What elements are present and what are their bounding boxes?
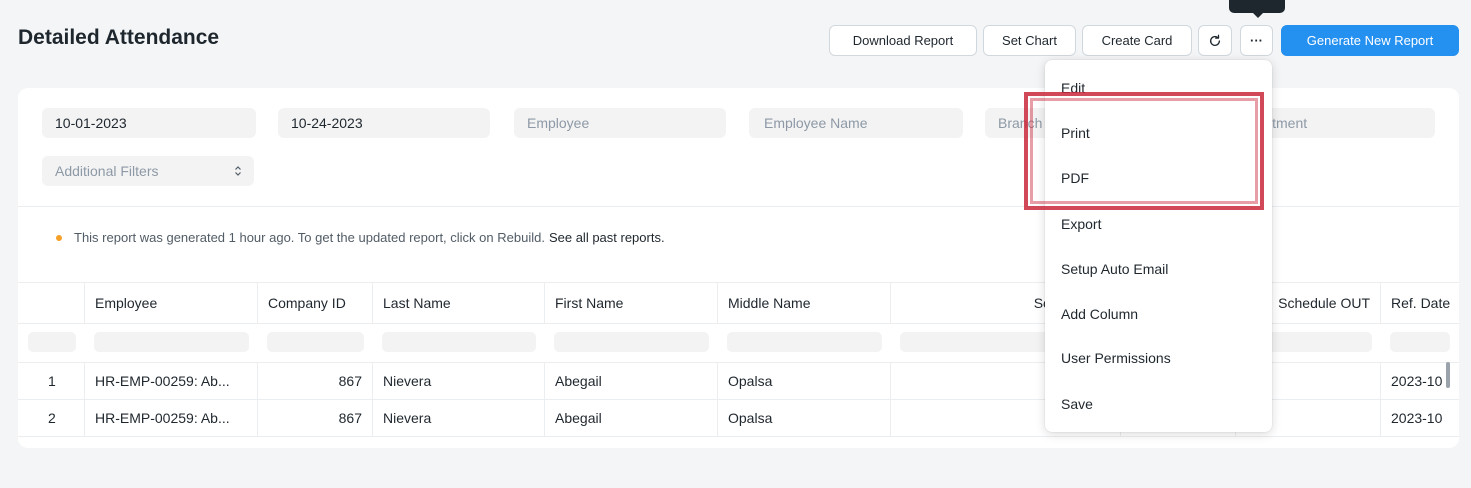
refresh-button[interactable] bbox=[1198, 25, 1232, 56]
menu-item-add-column[interactable]: Add Column bbox=[1061, 306, 1138, 322]
cell-employee[interactable]: HR-EMP-00259: Ab... bbox=[84, 400, 257, 436]
column-filter-input[interactable] bbox=[554, 332, 709, 352]
header-first-name[interactable]: First Name bbox=[544, 283, 717, 323]
cell-employee[interactable]: HR-EMP-00259: Ab... bbox=[84, 363, 257, 399]
download-report-button[interactable]: Download Report bbox=[829, 25, 977, 56]
column-filter-input[interactable] bbox=[382, 332, 536, 352]
from-date-filter[interactable]: 10-01-2023 bbox=[42, 108, 256, 138]
to-date-filter[interactable]: 10-24-2023 bbox=[278, 108, 490, 138]
column-filter-input[interactable] bbox=[267, 332, 364, 352]
header-index bbox=[18, 283, 84, 323]
header-middle-name[interactable]: Middle Name bbox=[717, 283, 890, 323]
select-arrows-icon bbox=[235, 166, 241, 176]
additional-filters-label: Additional Filters bbox=[55, 163, 159, 179]
menu-tooltip bbox=[1229, 0, 1285, 18]
menu-item-save[interactable]: Save bbox=[1061, 396, 1093, 412]
row-index: 1 bbox=[48, 373, 56, 389]
header-ref-date[interactable]: Ref. Date bbox=[1380, 283, 1459, 323]
employee-filter[interactable]: Employee bbox=[514, 108, 726, 138]
past-reports-link[interactable]: See all past reports. bbox=[549, 230, 665, 245]
cell-middle-name[interactable]: Opalsa bbox=[717, 363, 890, 399]
cell-first-name[interactable]: Abegail bbox=[544, 363, 717, 399]
menu-item-setup-auto-email[interactable]: Setup Auto Email bbox=[1061, 261, 1168, 277]
set-chart-button[interactable]: Set Chart bbox=[983, 25, 1076, 56]
cell-middle-name[interactable]: Opalsa bbox=[717, 400, 890, 436]
cell-first-name[interactable]: Abegail bbox=[544, 400, 717, 436]
cell-last-name[interactable]: Nievera bbox=[372, 363, 544, 399]
table-row bbox=[18, 436, 1459, 448]
refresh-icon bbox=[1209, 34, 1221, 46]
table-scrollbar[interactable] bbox=[1446, 362, 1450, 388]
column-filter-input[interactable] bbox=[727, 332, 882, 352]
header-company-id[interactable]: Company ID bbox=[257, 283, 372, 323]
header-employee[interactable]: Employee bbox=[84, 283, 257, 323]
employee-name-filter[interactable]: Employee Name bbox=[749, 108, 963, 138]
report-status-text: This report was generated 1 hour ago. To… bbox=[74, 230, 545, 245]
cell-company-id[interactable]: 867 bbox=[257, 400, 372, 436]
cell-last-name[interactable]: Nievera bbox=[372, 400, 544, 436]
column-filter-input[interactable] bbox=[94, 332, 249, 352]
additional-filters-select[interactable]: Additional Filters bbox=[42, 156, 254, 186]
column-filter-input[interactable] bbox=[1390, 332, 1450, 352]
menu-item-user-permissions[interactable]: User Permissions bbox=[1061, 350, 1171, 366]
row-index: 2 bbox=[48, 410, 56, 426]
cell-ref-date[interactable]: 2023-10 bbox=[1380, 400, 1459, 436]
cell-company-id[interactable]: 867 bbox=[257, 363, 372, 399]
more-menu-button[interactable]: ··· bbox=[1240, 25, 1273, 56]
warning-dot-icon bbox=[56, 234, 62, 241]
menu-item-export[interactable]: Export bbox=[1061, 216, 1101, 232]
create-card-button[interactable]: Create Card bbox=[1082, 25, 1192, 56]
header-last-name[interactable]: Last Name bbox=[372, 283, 544, 323]
generate-report-button[interactable]: Generate New Report bbox=[1281, 25, 1459, 56]
report-status-note: This report was generated 1 hour ago. To… bbox=[56, 230, 665, 245]
column-filter-input[interactable] bbox=[28, 332, 76, 352]
page-title: Detailed Attendance bbox=[18, 26, 220, 49]
annotation-highlight-box bbox=[1024, 92, 1264, 210]
